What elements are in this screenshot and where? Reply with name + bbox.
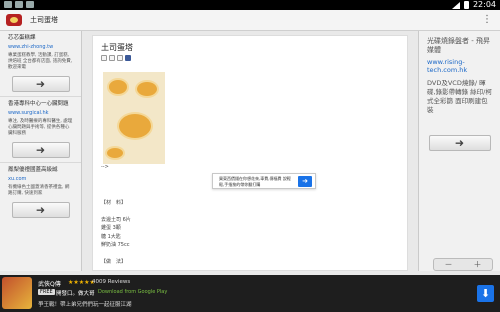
notification-icon [4,1,12,8]
overflow-menu-icon[interactable]: ⋮ [480,14,494,26]
arrow-text: --> [101,164,109,170]
ad-title[interactable]: 香港專科中心一心臟問題 [8,101,73,108]
ad-description: 專注, 及時醫療的專科醫生, 處理心臟問題與手術等, 提供各種心臟科服務 [8,119,73,136]
inline-ad[interactable]: 買東西價錢在你想花來,車費,傳福費 說輕鬆,手指按的帶你翻打購 ➜ [212,173,316,189]
ingredients-section: 【材 料】 去邊土司 6片 雞蛋 3顆 糖 1大匙 鮮奶油 75cc 【做 法】 [101,199,131,266]
free-badge: FREE [38,289,55,295]
blog-share-icon[interactable] [109,55,115,61]
left-sidebar: 芯芯蛋糕課 www.zhi-zhong.tw 專業蛋糕教學, 活動課, 訂蛋糕,… [0,31,82,271]
ingredients-header: 【材 料】 [101,200,127,206]
tart-shape [117,112,153,140]
clock: 22:04 [472,0,496,9]
arrow-right-icon[interactable]: ➜ [298,176,312,187]
banner-tagline: 開發口。做大哥 [56,291,95,297]
ad-url[interactable]: www.zhi-zhong.tw [8,44,73,51]
ad-go-button[interactable]: ➜ [11,142,70,158]
zoom-in-button[interactable]: ＋ [463,259,492,270]
ingredient-item: 雞蛋 3顆 [101,225,121,231]
signal-icon [451,1,460,9]
google-play-link[interactable]: Download from Google Play [98,289,167,295]
method-header: 【做 法】 [101,258,127,265]
ad-description: DVD及VCD燒錄/ 暉碟,錄影帶轉錄 絲印/柯式全彩篩 面印刷建包裝 [427,79,492,114]
system-icons: 22:04 [451,0,496,10]
arrow-right-icon: ➜ [35,143,46,157]
ad-title[interactable]: 芯芯蛋糕課 [8,35,73,42]
twitter-share-icon[interactable] [117,55,123,61]
rating-stars-icon: ★★★★★ [68,279,95,286]
ad-url[interactable]: xu.com [8,176,73,183]
notification-icon [26,1,34,8]
status-bar: 22:04 [0,0,500,10]
ad-url[interactable]: www.rising-tech.com.hk [419,55,500,77]
article-panel: 土司蛋塔 --> 買東西價錢在你想花來,車費,傳福費 說輕鬆,手指按的帶你翻打購… [92,35,408,271]
arrow-right-icon: ➜ [35,203,46,217]
bottom-banner-ad[interactable]: 武俠Q傳 ★★★★★ 4009 Reviews FREE 開發口。做大哥 Dow… [0,275,500,312]
ad-title[interactable]: 鳳梨優禮國蓋高級誠 [8,167,73,174]
ad-description: 有機綠色土國蓋清香茶禮盒, 網路訂購, 快速到家 [8,185,70,196]
share-buttons [101,55,131,61]
email-share-icon[interactable] [101,55,107,61]
right-sidebar: 光碟燒錄盤者 - 飛昇媒體 www.rising-tech.com.hk DVD… [418,31,500,271]
banner-title[interactable]: 武俠Q傳 [38,279,61,288]
notification-icon [15,1,23,8]
arrow-right-icon: ➜ [35,77,46,91]
ingredient-item: 糖 1大匙 [101,233,121,240]
ad-description: 專業蛋糕教學, 活動課, 訂蛋糕, 烘焙班 全台都有店面, 諮詢免費, 歡迎來電 [8,53,73,70]
facebook-share-icon[interactable] [125,55,131,61]
tart-shape [107,78,129,96]
zoom-out-button[interactable]: － [434,259,463,270]
app-bar: 土司蛋塔 ⋮ [0,10,500,31]
arrow-right-icon: ➜ [454,136,465,150]
battery-icon [463,1,469,9]
ad-go-button[interactable]: ➜ [11,202,70,218]
tart-shape [105,146,125,160]
zoom-controls: － ＋ [433,258,493,271]
ad-url[interactable]: www.surgical.hk [8,110,73,117]
page-title: 土司蛋塔 [30,16,58,24]
inline-ad-text[interactable]: 買東西價錢在你想花來,車費,傳福費 說輕鬆,手指按的帶你翻打購 [219,176,293,187]
ingredient-item: 去邊土司 6片 [101,216,131,223]
notification-icons [4,1,34,8]
ad-block[interactable]: 芯芯蛋糕課 www.zhi-zhong.tw 專業蛋糕教學, 活動課, 訂蛋糕,… [0,31,81,97]
ad-go-button[interactable]: ➜ [11,76,70,92]
tart-shape [135,80,159,98]
ad-block[interactable]: 鳳梨優禮國蓋高級誠 xu.com 有機綠色土國蓋清香茶禮盒, 網路訂購, 快速到… [0,163,81,222]
egg-tart-photo [103,72,165,164]
review-count: 4009 Reviews [92,279,131,285]
download-arrow-icon[interactable]: ⬇ [477,285,494,302]
game-icon[interactable] [2,277,32,309]
ad-title[interactable]: 光碟燒錄盤者 - 飛昇媒體 [419,31,500,55]
article-title: 土司蛋塔 [101,43,133,52]
ad-go-button[interactable]: ➜ [428,135,491,151]
ad-block[interactable]: 香港專科中心一心臟問題 www.surgical.hk 專注, 及時醫療的專科醫… [0,97,81,163]
banner-description: 爭王戰！帶上弟兄們們玩一起征服江湖 [38,302,132,308]
ingredient-item: 鮮奶油 75cc [101,242,130,248]
app-logo-icon[interactable] [6,14,22,26]
